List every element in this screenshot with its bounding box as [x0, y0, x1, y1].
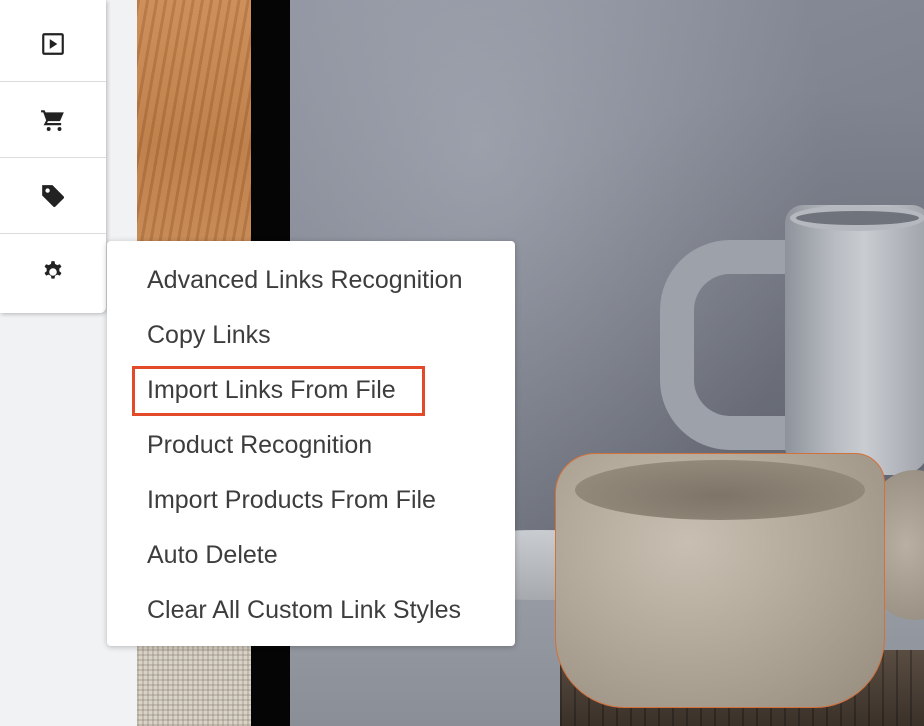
settings-dropdown-menu: Advanced Links Recognition Copy Links Im…: [107, 241, 515, 646]
gray-mug: [785, 205, 924, 475]
cart-icon: [41, 109, 64, 131]
cart-button[interactable]: [0, 82, 106, 158]
play-icon: [42, 32, 64, 55]
mug-handle: [660, 240, 800, 450]
menu-item-import-links-from-file[interactable]: Import Links From File: [147, 372, 396, 408]
gray-mug-rim: [790, 205, 924, 231]
tag-button[interactable]: [0, 158, 106, 234]
menu-item-product-recognition[interactable]: Product Recognition: [147, 427, 372, 463]
menu-item-import-products-from-file[interactable]: Import Products From File: [147, 482, 436, 518]
settings-button[interactable]: [0, 234, 106, 310]
play-button[interactable]: [0, 6, 106, 82]
vertical-toolbar: [0, 0, 106, 313]
menu-item-advanced-links-recognition[interactable]: Advanced Links Recognition: [147, 262, 462, 298]
gear-icon: [44, 261, 62, 279]
menu-item-auto-delete[interactable]: Auto Delete: [147, 537, 278, 573]
background-burlap-image: [137, 640, 251, 726]
cup-opening: [575, 460, 865, 520]
tag-icon: [42, 184, 64, 207]
menu-item-clear-all-custom-link-styles[interactable]: Clear All Custom Link Styles: [147, 592, 461, 628]
menu-item-copy-links[interactable]: Copy Links: [147, 317, 271, 353]
